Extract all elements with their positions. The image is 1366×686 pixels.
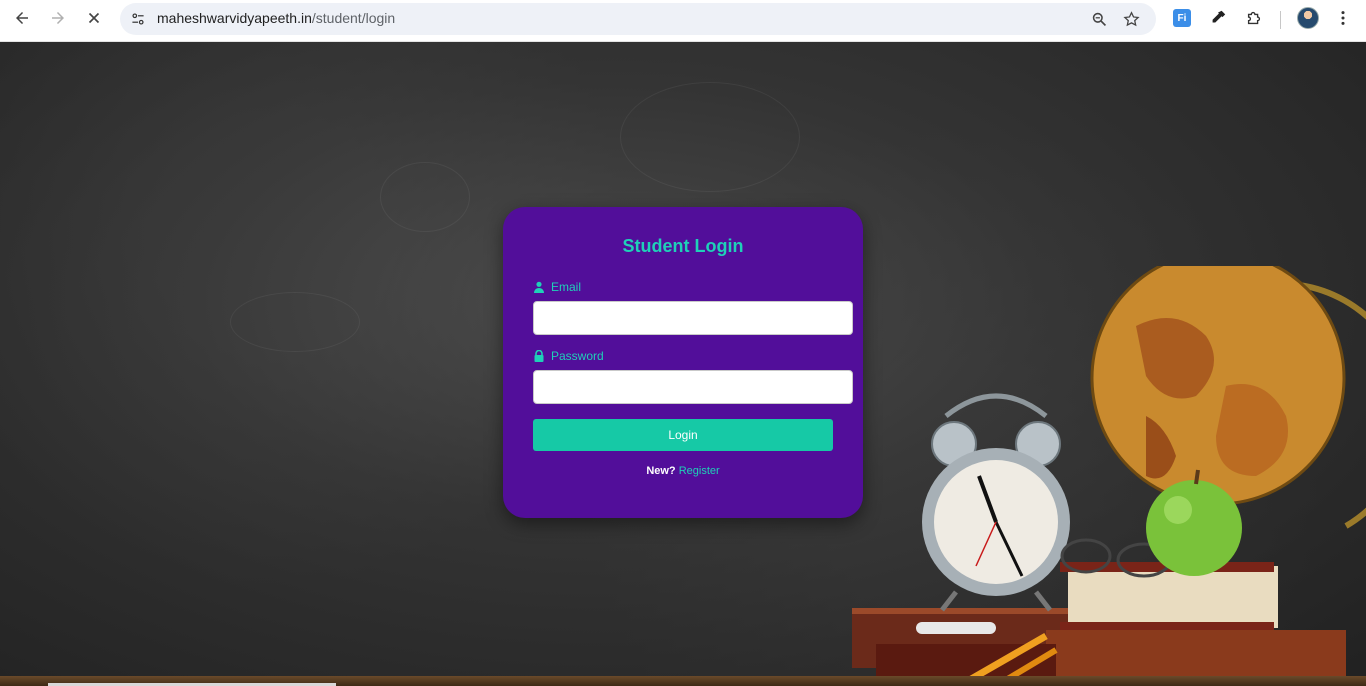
login-title: Student Login [622, 236, 744, 256]
user-icon [534, 281, 544, 293]
browser-toolbar: maheshwarvidyapeeth.in/student/login Fi [0, 0, 1366, 42]
url-domain: maheshwarvidyapeeth.in [157, 10, 312, 26]
url-path: /student/login [311, 10, 396, 26]
site-settings-icon[interactable] [128, 9, 148, 29]
extensions-puzzle-icon[interactable] [1243, 7, 1265, 29]
password-label-text: Password [551, 349, 604, 363]
back-button[interactable] [7, 3, 37, 33]
bookmark-star-icon[interactable] [1120, 8, 1142, 30]
stop-loading-icon [88, 12, 100, 24]
address-bar[interactable]: maheshwarvidyapeeth.in/student/login [120, 3, 1156, 35]
stop-button[interactable] [79, 3, 109, 33]
extension-fi-label: Fi [1173, 9, 1191, 27]
extension-fi-icon[interactable]: Fi [1171, 7, 1193, 29]
toolbar-separator [1280, 11, 1281, 29]
register-prompt: New? Register [503, 465, 863, 477]
chalk-smudge [620, 82, 800, 192]
login-button[interactable]: Login [533, 419, 833, 451]
back-arrow-icon [16, 12, 28, 24]
lock-icon [534, 350, 544, 362]
page-background: Student Login Email Password Login New? … [0, 42, 1366, 686]
email-label-text: Email [551, 280, 582, 294]
school-still-life-image [852, 266, 1366, 686]
forward-arrow-icon [52, 12, 64, 24]
login-card: Student Login Email Password Login New? … [503, 207, 863, 518]
email-input[interactable] [533, 301, 853, 335]
profile-avatar[interactable] [1297, 7, 1319, 29]
new-text: New? [646, 465, 676, 477]
url-text[interactable]: maheshwarvidyapeeth.in/student/login [157, 10, 395, 26]
password-label: Password [533, 349, 604, 363]
chalk-smudge [380, 162, 470, 232]
password-input[interactable] [533, 370, 853, 404]
kebab-menu-icon[interactable] [1332, 7, 1354, 29]
chalk-smudge [230, 292, 360, 352]
forward-button[interactable] [43, 3, 73, 33]
email-label: Email [533, 280, 581, 294]
register-link[interactable]: Register [679, 465, 720, 477]
eyedropper-icon[interactable] [1207, 7, 1229, 29]
zoom-icon[interactable] [1088, 8, 1110, 30]
